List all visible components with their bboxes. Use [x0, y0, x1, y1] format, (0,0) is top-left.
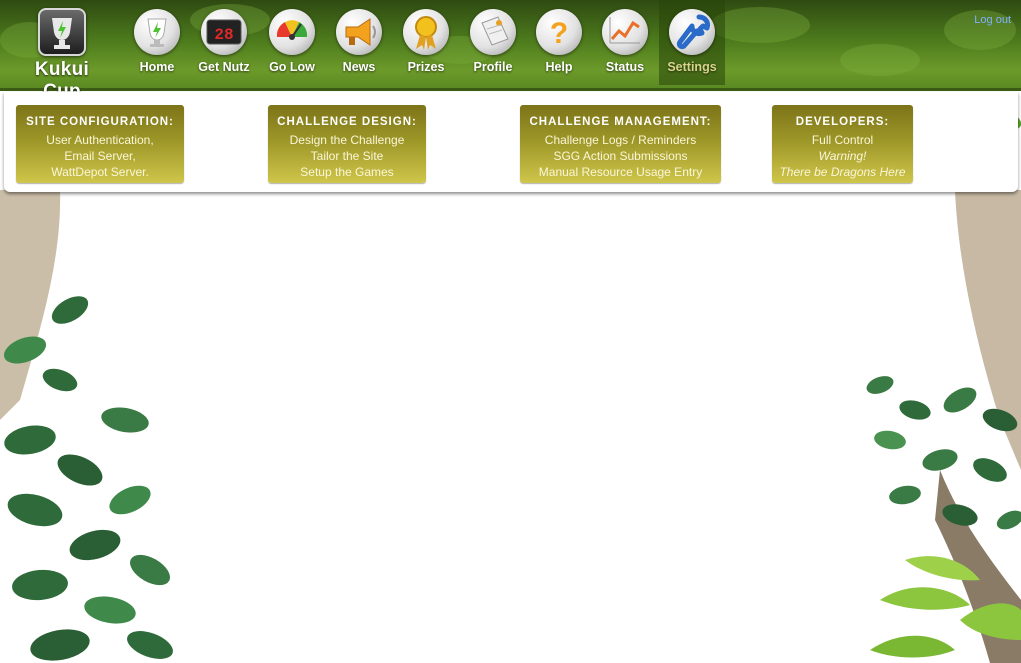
- nav-prizes-label: Prizes: [407, 60, 445, 74]
- trophy-icon: [38, 8, 86, 56]
- site-configuration-heading: SITE CONFIGURATION:: [26, 116, 174, 128]
- nav-profile-label: Profile: [473, 60, 513, 74]
- user-authentication-link[interactable]: User Authentication,: [16, 132, 184, 148]
- nav-get-nutz[interactable]: 28 Get Nutz: [191, 0, 257, 85]
- nav-help[interactable]: ? Help: [526, 0, 592, 85]
- nav-help-label: Help: [545, 60, 573, 74]
- nav-news-label: News: [342, 60, 376, 74]
- kukui-cup-logo[interactable]: Kukui Cup: [14, 6, 110, 102]
- developers-warning: Warning!: [818, 149, 867, 163]
- challenge-design-heading: CHALLENGE DESIGN:: [277, 116, 417, 128]
- top-navigation-bar: Kukui Cup Home 28 Get Nutz: [0, 0, 1021, 102]
- developers-warning-detail: There be Dragons Here: [779, 165, 906, 179]
- design-challenge-link[interactable]: Design the Challenge: [268, 132, 426, 148]
- challenge-management-box: CHALLENGE MANAGEMENT: Challenge Logs / R…: [520, 105, 721, 183]
- sgg-action-submissions-link[interactable]: SGG Action Submissions: [520, 148, 721, 164]
- tailor-site-link[interactable]: Tailor the Site: [268, 148, 426, 164]
- megaphone-icon: [336, 9, 382, 55]
- nav-status[interactable]: Status: [592, 0, 658, 85]
- nav-status-label: Status: [605, 60, 645, 74]
- developers-heading: DEVELOPERS:: [795, 116, 890, 128]
- setup-games-link[interactable]: Setup the Games: [268, 164, 426, 180]
- email-server-link[interactable]: Email Server,: [16, 148, 184, 164]
- wattdepot-server-link[interactable]: WattDepot Server.: [16, 164, 184, 180]
- logout-link[interactable]: Log out: [974, 14, 1011, 26]
- site-configuration-box: SITE CONFIGURATION: User Authentication,…: [16, 105, 184, 183]
- nav-go-low[interactable]: Go Low: [259, 0, 325, 85]
- tag-icon: [470, 9, 516, 55]
- challenge-management-heading: CHALLENGE MANAGEMENT:: [529, 116, 712, 128]
- developers-box: DEVELOPERS: Full Control Warning! There …: [772, 105, 913, 183]
- nav-go-low-label: Go Low: [269, 60, 315, 74]
- ribbon-icon: [403, 9, 449, 55]
- nav-settings[interactable]: Settings: [659, 0, 725, 85]
- challenge-logs-link[interactable]: Challenge Logs / Reminders: [520, 132, 721, 148]
- manual-resource-usage-link[interactable]: Manual Resource Usage Entry: [520, 164, 721, 180]
- challenge-design-box: CHALLENGE DESIGN: Design the Challenge T…: [268, 105, 426, 183]
- question-icon: ?: [536, 9, 582, 55]
- wrench-icon: [669, 9, 715, 55]
- admin-settings-panel: SITE CONFIGURATION: User Authentication,…: [4, 92, 1018, 192]
- nav-home[interactable]: Home: [124, 0, 190, 85]
- full-control-link[interactable]: Full Control: [772, 132, 913, 148]
- nav-prizes[interactable]: Prizes: [393, 0, 459, 85]
- nav-home-label: Home: [139, 60, 175, 74]
- nav-news[interactable]: News: [326, 0, 392, 85]
- gauge-icon: [269, 9, 315, 55]
- trophy-icon: [134, 9, 180, 55]
- svg-text:?: ?: [550, 17, 568, 50]
- nav-settings-label: Settings: [667, 60, 717, 74]
- scoreboard-icon: 28: [201, 9, 247, 55]
- scoreboard-value: 28: [214, 26, 233, 44]
- nav-get-nutz-label: Get Nutz: [198, 60, 250, 74]
- nav-profile[interactable]: Profile: [460, 0, 526, 85]
- chart-icon: [602, 9, 648, 55]
